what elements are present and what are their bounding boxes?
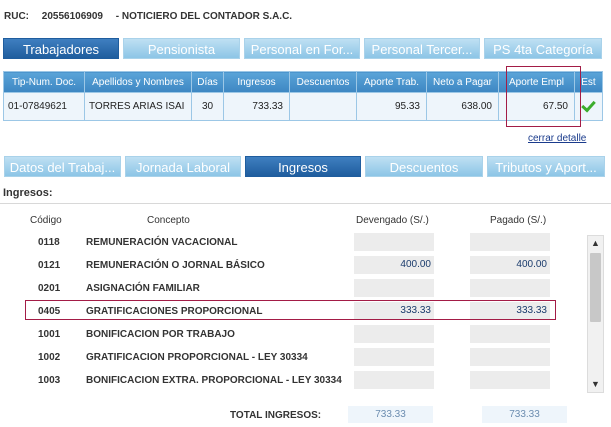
accrued-input[interactable] <box>354 348 434 366</box>
col-name[interactable]: Apellidos y Nombres <box>84 71 192 93</box>
cell-doc: 01-07849621 <box>3 92 85 121</box>
col-worker-contribution[interactable]: Aporte Trab. <box>356 71 427 93</box>
list-item: 1001 BONIFICACION POR TRABAJO <box>0 323 580 346</box>
paid-input[interactable] <box>470 325 550 343</box>
income-concept: BONIFICACION POR TRABAJO <box>86 329 235 340</box>
divider <box>0 203 611 204</box>
tab-tributos-aportes[interactable]: Tributos y Aport... <box>487 156 605 177</box>
company-name: NOTICIERO DEL CONTADOR S.A.C. <box>121 11 293 22</box>
cell-days: 30 <box>191 92 224 121</box>
ruc-header: RUC: 20556106909 - NOTICIERO DEL CONTADO… <box>4 11 292 22</box>
tab-ps-4ta-categoria[interactable]: PS 4ta Categoría <box>484 38 602 59</box>
income-code: 1003 <box>38 375 61 386</box>
tab-jornada-laboral[interactable]: Jornada Laboral <box>125 156 241 177</box>
close-detail-link[interactable]: cerrar detalle <box>528 133 586 144</box>
paid-input[interactable] <box>470 279 550 297</box>
list-item: 0118 REMUNERACIÓN VACACIONAL <box>0 231 580 254</box>
col-discounts[interactable]: Descuentos <box>289 71 357 93</box>
tab-datos-trabajador[interactable]: Datos del Trabaj... <box>4 156 121 177</box>
gratificacion-row-highlight <box>25 300 556 320</box>
tab-personal-formacion[interactable]: Personal en For... <box>244 38 360 59</box>
tab-descuentos[interactable]: Descuentos <box>365 156 483 177</box>
cell-income: 733.33 <box>223 92 290 121</box>
accrued-input[interactable] <box>354 279 434 297</box>
col-net-pay[interactable]: Neto a Pagar <box>426 71 499 93</box>
list-item: 0201 ASIGNACIÓN FAMILIAR <box>0 277 580 300</box>
accrued-input[interactable] <box>354 371 434 389</box>
paid-input[interactable] <box>470 371 550 389</box>
top-tabs: Trabajadores Pensionista Personal en For… <box>3 38 606 59</box>
tab-personal-terceros[interactable]: Personal Tercer... <box>364 38 480 59</box>
ruc-dash: - <box>115 11 120 22</box>
income-concept: REMUNERACIÓN VACACIONAL <box>86 237 238 248</box>
paid-input[interactable] <box>470 233 550 251</box>
income-code: 0118 <box>38 237 60 248</box>
income-concept: GRATIFICACION PROPORCIONAL - LEY 30334 <box>86 352 308 363</box>
col-days[interactable]: Días <box>191 71 224 93</box>
cell-worker-contribution: 95.33 <box>356 92 427 121</box>
income-code: 0121 <box>38 260 61 271</box>
cell-discounts <box>289 92 357 121</box>
total-paid: 733.33 <box>482 406 567 423</box>
tab-pensionista[interactable]: Pensionista <box>123 38 240 59</box>
total-label: TOTAL INGRESOS: <box>230 410 322 421</box>
header-accrued: Devengado (S/.) <box>356 215 429 226</box>
scroll-thumb[interactable] <box>590 253 601 322</box>
section-title: Ingresos: <box>3 187 53 199</box>
tab-ingresos[interactable]: Ingresos <box>245 156 361 177</box>
paid-input[interactable] <box>470 348 550 366</box>
total-accrued: 733.33 <box>348 406 433 423</box>
paid-input[interactable]: 400.00 <box>470 256 550 274</box>
list-item: 1002 GRATIFICACION PROPORCIONAL - LEY 30… <box>0 346 580 369</box>
check-icon <box>581 97 596 113</box>
header-paid: Pagado (S/.) <box>490 215 547 226</box>
tab-trabajadores[interactable]: Trabajadores <box>3 38 119 59</box>
cell-name: TORRES ARIAS ISAI <box>84 92 192 121</box>
ruc-label: RUC: <box>4 11 29 22</box>
income-concept: ASIGNACIÓN FAMILIAR <box>86 283 200 294</box>
detail-tabs: Datos del Trabaj... Jornada Laboral Ingr… <box>4 156 609 177</box>
list-item: 1003 BONIFICACION EXTRA. PROPORCIONAL - … <box>0 369 580 392</box>
accrued-input[interactable]: 400.00 <box>354 256 434 274</box>
income-code: 1001 <box>38 329 61 340</box>
header-code: Código <box>30 215 62 226</box>
income-concept: REMUNERACIÓN O JORNAL BÁSICO <box>86 260 265 271</box>
col-income[interactable]: Ingresos <box>223 71 290 93</box>
header-concept: Concepto <box>147 215 190 226</box>
scrollbar[interactable]: ▲ ▼ <box>587 235 604 393</box>
income-concept: BONIFICACION EXTRA. PROPORCIONAL - LEY 3… <box>86 375 342 386</box>
scroll-down-icon[interactable]: ▼ <box>588 377 603 392</box>
col-doc[interactable]: Tip-Num. Doc. <box>3 71 85 93</box>
accrued-input[interactable] <box>354 233 434 251</box>
ruc-number: 20556106909 <box>41 11 103 22</box>
cell-net-pay: 638.00 <box>426 92 499 121</box>
income-code: 0201 <box>38 283 61 294</box>
list-item: 0121 REMUNERACIÓN O JORNAL BÁSICO 400.00… <box>0 254 580 277</box>
employer-contribution-highlight <box>506 66 581 127</box>
accrued-input[interactable] <box>354 325 434 343</box>
income-code: 1002 <box>38 352 61 363</box>
scroll-up-icon[interactable]: ▲ <box>588 236 603 251</box>
